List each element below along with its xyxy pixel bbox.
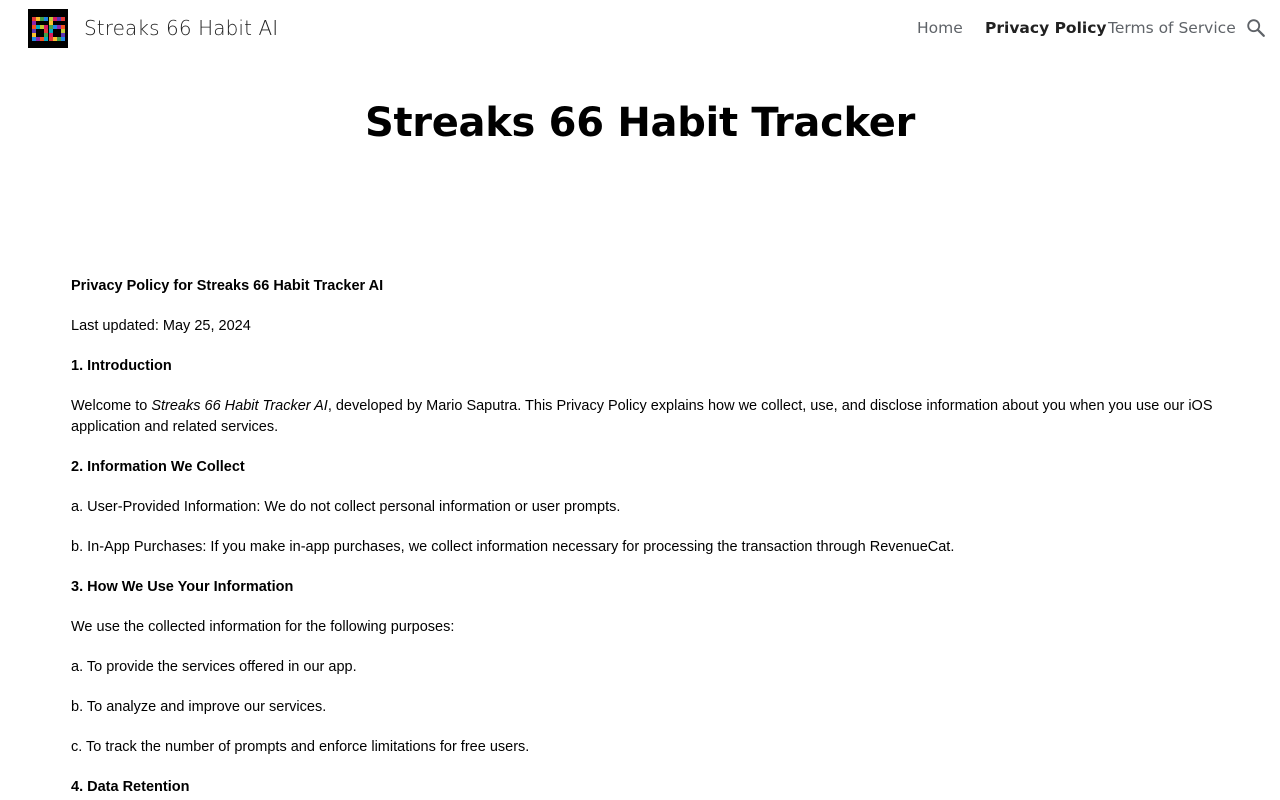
section-use-c: c. To track the number of prompts and en…: [71, 739, 530, 755]
page-title: Streaks 66 Habit Tracker: [364, 100, 916, 146]
section-use-a: a. To provide the services offered in ou…: [71, 659, 357, 675]
section-retention-title: 4. Data Retention: [71, 779, 190, 795]
policy-heading: Privacy Policy for Streaks 66 Habit Trac…: [71, 278, 384, 294]
section-information-a: a. User-Provided Information: We do not …: [71, 499, 621, 515]
section-introduction-text: Welcome to Streaks 66 Habit Tracker AI, …: [71, 396, 1221, 438]
section-use-intro: We use the collected information for the…: [71, 619, 455, 635]
intro-prefix: Welcome to: [71, 398, 152, 414]
last-updated: Last updated: May 25, 2024: [71, 318, 251, 334]
top-navigation-bar: Streaks 66 Habit AI Home Privacy Policy …: [0, 0, 1280, 56]
section-information-title: 2. Information We Collect: [71, 459, 245, 475]
section-use-b: b. To analyze and improve our services.: [71, 699, 327, 715]
section-introduction-title: 1. Introduction: [71, 358, 172, 374]
section-use-title: 3. How We Use Your Information: [71, 579, 294, 595]
nav-item-privacy-policy[interactable]: Privacy Policy: [985, 19, 1107, 37]
search-icon[interactable]: [1245, 17, 1267, 39]
site-title[interactable]: Streaks 66 Habit AI: [84, 16, 278, 40]
section-information-b: b. In-App Purchases: If you make in-app …: [71, 539, 955, 555]
site-logo[interactable]: [28, 9, 68, 48]
nav-item-home[interactable]: Home: [917, 19, 963, 37]
nav-item-terms-of-service[interactable]: Terms of Service: [1108, 19, 1236, 37]
policy-content: Privacy Policy for Streaks 66 Habit Trac…: [71, 276, 1221, 800]
intro-app-name: Streaks 66 Habit Tracker AI: [151, 398, 328, 414]
